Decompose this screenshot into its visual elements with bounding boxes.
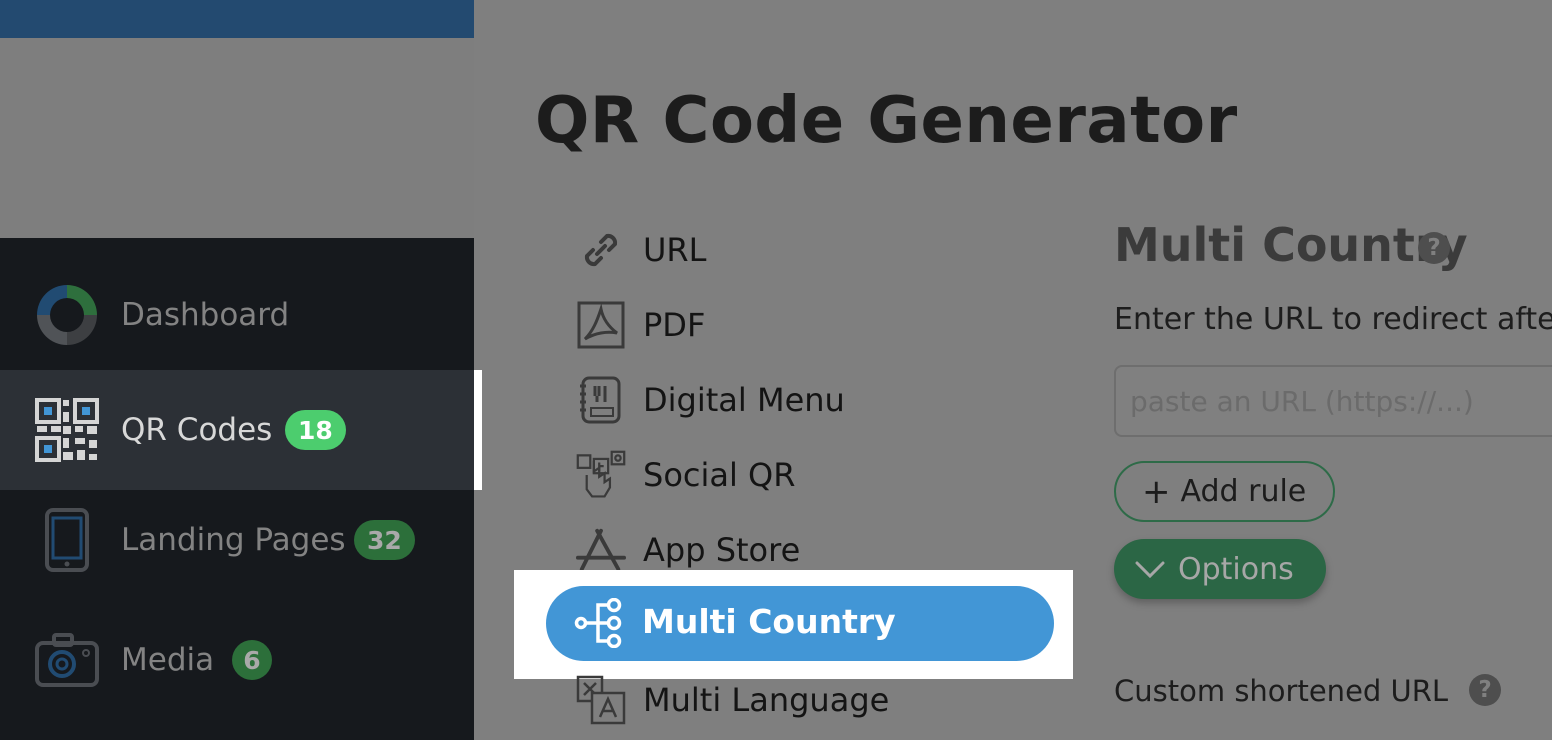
options-button[interactable]: Options (1114, 539, 1326, 599)
link-icon (576, 225, 626, 275)
social-icon (576, 450, 626, 500)
sidebar-item-label: QR Codes (121, 412, 273, 448)
sidebar: Dashboard QR Codes 18 Landing Pages 32 M… (0, 0, 474, 740)
type-label: App Store (643, 531, 801, 569)
type-label: URL (643, 231, 707, 269)
translate-icon (576, 675, 626, 725)
menu-icon (576, 375, 626, 425)
page-title: QR Code Generator (535, 84, 1238, 158)
sidebar-item-media[interactable]: Media 6 (0, 610, 474, 710)
sidebar-item-label: Media (121, 642, 215, 678)
type-item-multi-country[interactable]: Multi Country (546, 586, 1054, 661)
type-label: Multi Language (643, 681, 890, 719)
count-badge: 18 (285, 410, 346, 450)
add-rule-button[interactable]: + Add rule (1114, 461, 1335, 522)
sidebar-item-qr-codes[interactable]: QR Codes 18 (0, 370, 474, 490)
help-icon[interactable]: ? (1418, 232, 1450, 264)
branch-icon (574, 598, 622, 648)
section-title: Multi Country (1114, 218, 1468, 272)
plus-icon: + (1142, 471, 1171, 512)
app-store-icon (576, 525, 626, 575)
sidebar-item-dashboard[interactable]: Dashboard (0, 260, 474, 370)
pdf-icon (576, 300, 626, 350)
sidebar-item-label: Dashboard (121, 297, 290, 333)
camera-icon (33, 626, 101, 694)
count-badge: 32 (354, 520, 415, 560)
selection-highlight (474, 370, 482, 490)
dashboard-donut-icon (33, 281, 101, 349)
type-label: Digital Menu (643, 381, 845, 419)
instruction-text: Enter the URL to redirect after (1114, 302, 1552, 337)
type-label: Multi Country (642, 602, 896, 641)
options-label: Options (1178, 551, 1294, 587)
url-input[interactable] (1114, 365, 1552, 437)
count-badge: 6 (232, 640, 272, 680)
tablet-icon (33, 506, 101, 574)
sidebar-item-label: Landing Pages (121, 522, 346, 558)
qr-code-icon (33, 396, 101, 464)
type-label: Social QR (643, 456, 796, 494)
help-icon[interactable]: ? (1469, 674, 1501, 706)
custom-url-label: Custom shortened URL (1114, 674, 1449, 708)
logo-area (0, 38, 474, 238)
add-rule-label: Add rule (1180, 474, 1307, 509)
sidebar-topbar (0, 0, 474, 38)
type-label: PDF (643, 306, 706, 344)
sidebar-item-landing-pages[interactable]: Landing Pages 32 (0, 490, 474, 590)
chevron-down-icon (1135, 561, 1165, 579)
